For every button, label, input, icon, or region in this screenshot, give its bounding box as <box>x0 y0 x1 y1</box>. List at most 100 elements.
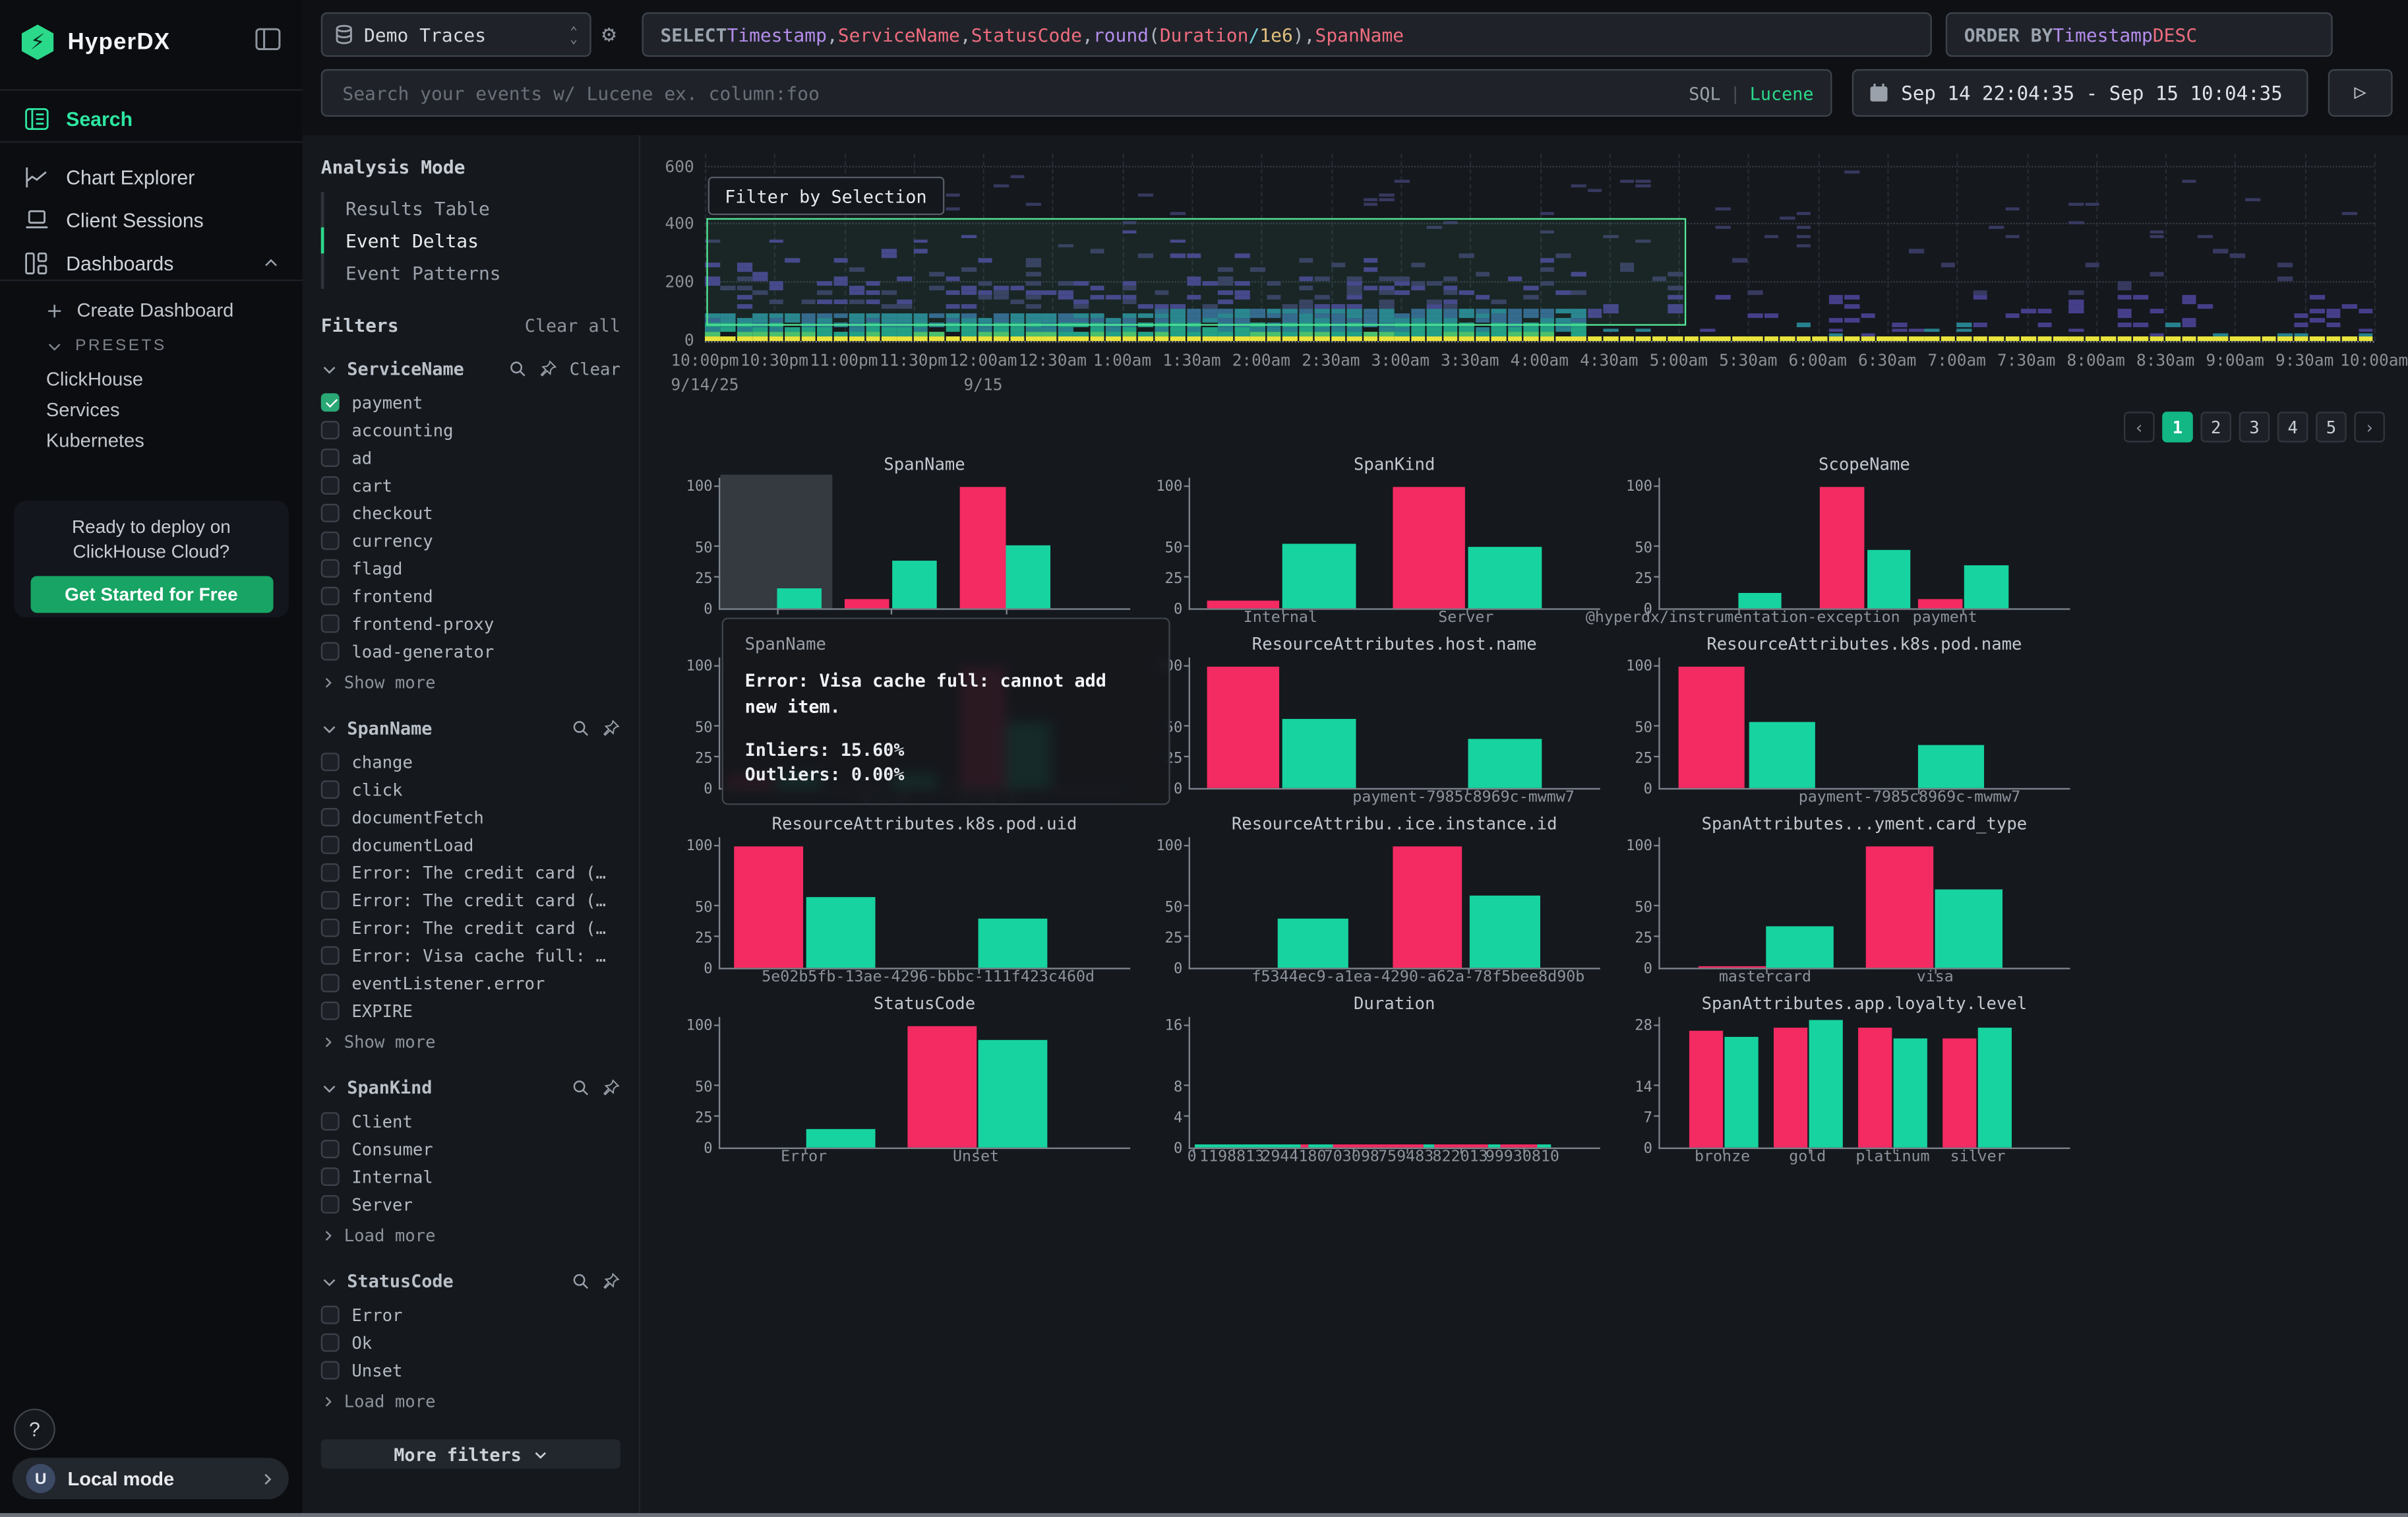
bar-inliers[interactable] <box>1279 919 1348 968</box>
clear-filter-button[interactable]: Clear <box>570 359 620 379</box>
analysis-mode-results-table[interactable]: Results Table <box>324 192 620 224</box>
bar-inliers[interactable] <box>1468 739 1541 788</box>
bar-inliers[interactable] <box>806 897 875 968</box>
filter-checkbox-frontend[interactable]: frontend <box>321 582 620 610</box>
search-icon[interactable] <box>571 719 589 737</box>
filter-checkbox-error-visa-cache-full-[interactable]: Error: Visa cache full: … <box>321 942 620 970</box>
help-button[interactable]: ? <box>14 1409 55 1450</box>
bar-inliers[interactable] <box>776 589 821 608</box>
filter-checkbox-cart[interactable]: cart <box>321 472 620 499</box>
filter-checkbox-payment[interactable]: payment <box>321 388 620 416</box>
get-started-button[interactable]: Get Started for Free <box>30 576 272 613</box>
sql-toggle[interactable]: SQL <box>1689 82 1720 104</box>
pagination-page-2[interactable]: 2 <box>2200 412 2231 443</box>
checkbox[interactable] <box>321 1195 340 1214</box>
order-by-input[interactable]: ORDER BY Timestamp DESC <box>1946 13 2333 57</box>
bar-outliers[interactable] <box>907 1026 976 1148</box>
sidebar-item-services[interactable]: Services <box>0 395 349 426</box>
checkbox[interactable] <box>321 1002 340 1020</box>
chevron-down-icon[interactable] <box>321 1273 338 1290</box>
filter-checkbox-internal[interactable]: Internal <box>321 1163 620 1191</box>
pagination-next-button[interactable]: › <box>2354 412 2385 443</box>
pagination-page-3[interactable]: 3 <box>2239 412 2270 443</box>
filter-show-more-button[interactable]: Show more <box>321 668 620 696</box>
bar-outliers[interactable] <box>1393 846 1462 968</box>
bar-inliers[interactable] <box>1867 550 1911 608</box>
presets-header[interactable]: PRESETS <box>0 330 349 361</box>
analysis-mode-event-deltas[interactable]: Event Deltas <box>324 224 620 257</box>
chevron-down-icon[interactable] <box>321 360 338 377</box>
checkbox[interactable] <box>321 532 340 550</box>
search-icon[interactable] <box>508 359 527 378</box>
bar-outliers[interactable] <box>1918 600 1962 608</box>
heatmap-plot[interactable] <box>705 154 2374 342</box>
bar-outliers[interactable] <box>961 487 1006 608</box>
sidebar-item-search[interactable]: Search <box>0 95 303 141</box>
bar-inliers[interactable] <box>1282 719 1355 788</box>
bar-inliers[interactable] <box>1978 1028 2012 1148</box>
bar-inliers[interactable] <box>978 919 1046 968</box>
checkbox[interactable] <box>321 642 340 661</box>
filter-checkbox-click[interactable]: click <box>321 776 620 803</box>
bar-outliers[interactable] <box>1393 487 1465 608</box>
checkbox[interactable] <box>321 946 340 965</box>
bar-inliers[interactable] <box>978 1041 1046 1148</box>
checkbox[interactable] <box>321 559 340 578</box>
bar-outliers[interactable] <box>1773 1028 1807 1147</box>
checkbox[interactable] <box>321 476 340 495</box>
bar-outliers[interactable] <box>1866 846 1934 968</box>
bar-inliers[interactable] <box>1470 895 1540 968</box>
bar-outliers[interactable] <box>1207 667 1280 788</box>
checkbox[interactable] <box>321 1167 340 1186</box>
bar-inliers[interactable] <box>1725 1036 1759 1147</box>
checkbox[interactable] <box>321 449 340 467</box>
checkbox[interactable] <box>321 780 340 799</box>
local-mode-button[interactable]: U Local mode <box>13 1458 289 1499</box>
more-filters-button[interactable]: More filters <box>321 1439 620 1468</box>
filter-show-more-button[interactable]: Show more <box>321 1028 620 1055</box>
select-query-input[interactable]: SELECT Timestamp, ServiceName, StatusCod… <box>642 13 1932 57</box>
search-input[interactable] <box>340 80 1689 105</box>
bar-inliers[interactable] <box>806 1129 875 1148</box>
bar-inliers[interactable] <box>1766 927 1834 968</box>
filter-checkbox-error[interactable]: Error <box>321 1301 620 1329</box>
filter-checkbox-expire[interactable]: EXPIRE <box>321 997 620 1025</box>
bar-outliers[interactable] <box>1943 1039 1977 1148</box>
date-range-picker[interactable]: Sep 14 22:04:35 - Sep 15 10:04:35 <box>1852 69 2308 117</box>
sidebar-item-chart-explorer[interactable]: Chart Explorer <box>0 154 303 200</box>
chevron-down-icon[interactable] <box>321 720 338 737</box>
checkbox[interactable] <box>321 1334 340 1352</box>
checkbox[interactable] <box>321 1306 340 1324</box>
bar-inliers[interactable] <box>1893 1039 1927 1148</box>
sidebar-collapse-icon[interactable] <box>255 28 282 51</box>
chevron-down-icon[interactable] <box>321 1079 338 1096</box>
checkbox[interactable] <box>321 1112 340 1130</box>
filter-checkbox-eventlistener-error[interactable]: eventListener.error <box>321 970 620 997</box>
filter-checkbox-documentload[interactable]: documentLoad <box>321 831 620 859</box>
filter-checkbox-load-generator[interactable]: load-generator <box>321 638 620 666</box>
pagination-page-1[interactable]: 1 <box>2162 412 2193 443</box>
pagination-prev-button[interactable]: ‹ <box>2124 412 2155 443</box>
bar-inliers[interactable] <box>1964 565 2008 608</box>
bar-outliers[interactable] <box>1689 1030 1724 1148</box>
analysis-mode-event-patterns[interactable]: Event Patterns <box>324 257 620 289</box>
filter-checkbox-currency[interactable]: currency <box>321 527 620 555</box>
filter-checkbox-server[interactable]: Server <box>321 1191 620 1218</box>
bar-inliers[interactable] <box>1936 889 2004 968</box>
checkbox[interactable] <box>321 504 340 522</box>
pin-icon[interactable] <box>539 359 557 378</box>
checkbox[interactable] <box>321 919 340 937</box>
checkbox[interactable] <box>321 587 340 605</box>
filter-checkbox-checkout[interactable]: checkout <box>321 499 620 527</box>
clear-all-button[interactable]: Clear all <box>525 315 620 336</box>
filter-checkbox-frontend-proxy[interactable]: frontend-proxy <box>321 610 620 638</box>
filter-checkbox-error-the-credit-card-[interactable]: Error: The credit card (… <box>321 886 620 914</box>
source-select[interactable]: Demo Traces ⌃⌄ <box>321 13 591 57</box>
filter-checkbox-change[interactable]: change <box>321 748 620 776</box>
bar-outliers[interactable] <box>735 846 803 968</box>
lucene-toggle[interactable]: Lucene <box>1750 82 1814 104</box>
pin-icon[interactable] <box>602 1272 620 1290</box>
sidebar-item-dashboards[interactable]: Dashboards <box>0 239 303 286</box>
horizontal-scrollbar[interactable] <box>0 1513 2408 1517</box>
checkbox[interactable] <box>321 615 340 633</box>
